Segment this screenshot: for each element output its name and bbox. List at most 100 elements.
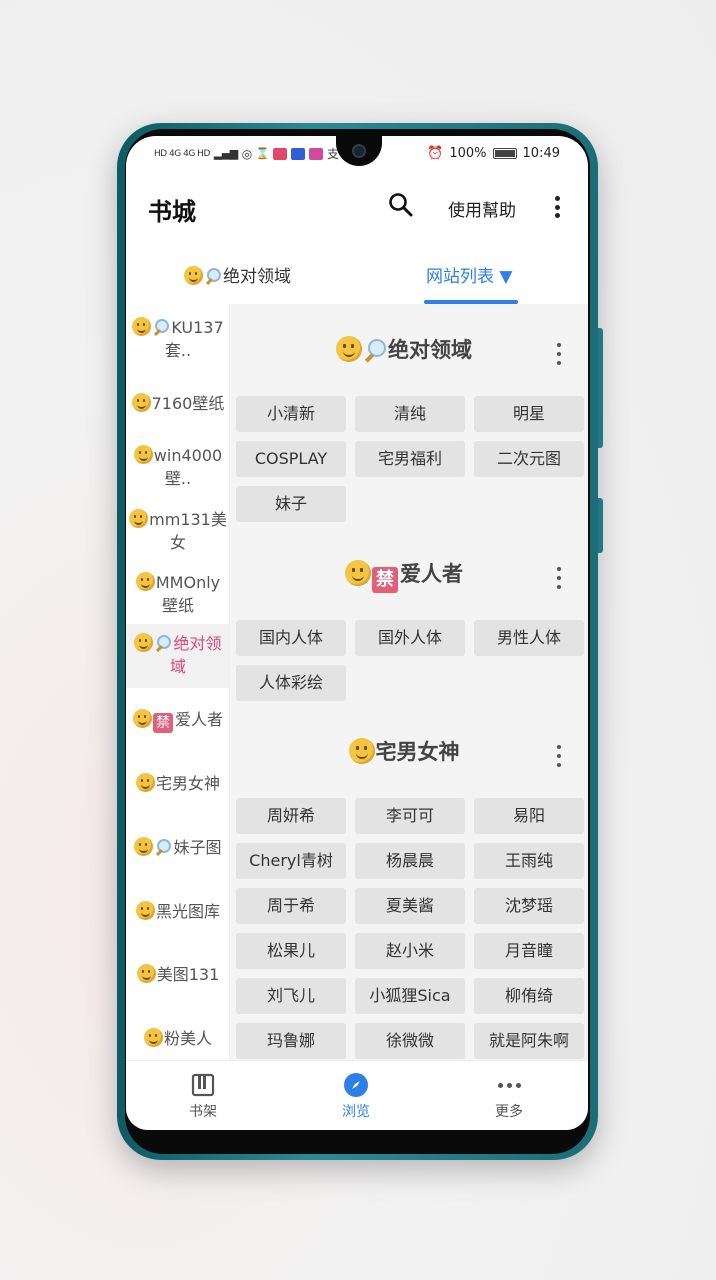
category-chip[interactable]: 男性人体 [474, 620, 584, 656]
category-chip[interactable]: 小狐狸Sica [355, 978, 465, 1014]
app-notification-icon [272, 147, 287, 160]
sidebar-item-goddess[interactable]: 宅男女神 [126, 772, 229, 795]
section-title: 宅男女神 [230, 736, 578, 766]
sidebar-item-meitu131[interactable]: 美图131 [126, 963, 229, 986]
sidebar-item-label: MMOnly [155, 573, 221, 592]
battery-percent: 100% [449, 146, 487, 161]
category-chip[interactable]: 刘飞儿 [236, 978, 346, 1014]
section-more-icon[interactable] [554, 567, 564, 589]
nav-browse[interactable]: 浏览 [316, 1071, 396, 1121]
sidebar-item-label: 套.. [164, 341, 192, 360]
category-chip[interactable]: 周妍希 [236, 798, 346, 834]
category-chip[interactable]: 人体彩绘 [236, 665, 346, 701]
category-content: 绝对领域 小清新 清纯 明星 COSPLAY 宅男福利 二次元图 妹子 禁爱人者… [230, 304, 588, 1060]
sidebar-item-label: 黑光图库 [155, 902, 220, 921]
category-chip[interactable]: 王雨纯 [474, 843, 584, 879]
sidebar-item-fenmeiren[interactable]: 粉美人 [126, 1027, 229, 1050]
smiley-icon [131, 393, 151, 412]
sidebar-item-label: 宅男女神 [155, 774, 220, 793]
category-chip[interactable]: 赵小米 [355, 933, 465, 969]
sidebar-item-ku137[interactable]: KU137 套.. [126, 316, 229, 362]
category-chip[interactable]: 沈梦瑶 [474, 888, 584, 924]
page-title: 书城 [148, 198, 196, 226]
app-notification-icon-3 [308, 147, 323, 160]
ban-icon: 禁 [372, 567, 398, 593]
sidebar-item-mmonly[interactable]: MMOnly 壁纸 [126, 571, 229, 617]
section-title-text: 宅男女神 [375, 740, 460, 764]
section-more-icon[interactable] [554, 343, 564, 365]
magnifier-icon [363, 338, 387, 362]
site-sidebar: KU137 套.. 7160壁纸 win4000 壁.. mm131美女 MMOnl… [126, 304, 230, 1060]
category-chip[interactable]: 月音瞳 [474, 933, 584, 969]
category-chip[interactable]: 小清新 [236, 396, 346, 432]
sidebar-item-label: 域 [169, 657, 186, 676]
smiley-icon [136, 964, 156, 983]
status-right: ⏰ 100% 10:49 [427, 146, 560, 161]
hourglass-icon: ⌛ [255, 147, 270, 160]
smiley-icon [345, 560, 371, 586]
magnifier-icon [152, 318, 170, 336]
category-chip[interactable]: 柳侑绮 [474, 978, 584, 1014]
category-chip[interactable]: 徐微微 [355, 1023, 465, 1059]
section-title: 绝对领域 [230, 334, 578, 364]
app-screen: HD 4G 4G HD ▂▄▆ ◎ ⌛ 支 ⏰ 100% 10:49 书城 使用… [126, 136, 588, 1130]
sidebar-item-heiguang[interactable]: 黑光图库 [126, 900, 229, 923]
category-chip[interactable]: 松果儿 [236, 933, 346, 969]
tab-bar: 绝对领域 网站列表 ▼ [126, 238, 588, 304]
magnifier-icon [154, 634, 172, 652]
battery-icon [492, 148, 517, 159]
nav-bookshelf[interactable]: 书架 [163, 1071, 243, 1121]
sidebar-item-label: 妹子图 [173, 838, 222, 857]
more-vert-icon[interactable] [546, 194, 568, 220]
search-icon[interactable] [388, 192, 414, 218]
category-chip[interactable]: Cheryl青树 [236, 843, 346, 879]
sidebar-item-win4000[interactable]: win4000 壁.. [126, 444, 229, 490]
category-chip[interactable]: 易阳 [474, 798, 584, 834]
sidebar-item-meizitu[interactable]: 妹子图 [126, 836, 229, 859]
help-button[interactable]: 使用幫助 [448, 196, 516, 221]
compass-icon [316, 1071, 396, 1099]
category-chip[interactable]: 清纯 [355, 396, 465, 432]
category-chip[interactable]: 明星 [474, 396, 584, 432]
category-chip[interactable]: 周于希 [236, 888, 346, 924]
section-more-icon[interactable] [554, 745, 564, 767]
wifi-icon: ◎ [241, 146, 252, 161]
sidebar-item-label: 绝对领 [173, 634, 222, 653]
category-chip[interactable]: 夏美酱 [355, 888, 465, 924]
category-chip[interactable]: 宅男福利 [355, 441, 465, 477]
category-chip[interactable]: 二次元图 [474, 441, 584, 477]
category-chip[interactable]: COSPLAY [236, 441, 346, 477]
category-chip[interactable]: 玛鲁娜 [236, 1023, 346, 1059]
sidebar-item-label: 美图131 [156, 965, 220, 984]
smiley-icon [348, 738, 375, 764]
sidebar-item-absolute-domain[interactable]: 绝对领域 [126, 624, 229, 688]
sidebar-item-label: 女 [169, 533, 186, 552]
category-chip[interactable]: 妹子 [236, 486, 346, 522]
smiley-icon [336, 336, 362, 362]
category-chip[interactable]: 杨晨晨 [355, 843, 465, 879]
sidebar-item-label: mm131美 [149, 510, 227, 529]
smiley-icon [135, 773, 155, 792]
section-title: 禁爱人者 [230, 558, 578, 593]
sidebar-item-7160[interactable]: 7160壁纸 [126, 392, 229, 415]
section-title-text: 绝对领域 [388, 338, 472, 362]
category-chip[interactable]: 国外人体 [355, 620, 465, 656]
category-chip[interactable]: 国内人体 [236, 620, 346, 656]
category-chip[interactable]: 李可可 [355, 798, 465, 834]
magnifier-icon [204, 267, 222, 285]
nav-label: 浏览 [342, 1104, 370, 1120]
smiley-icon [135, 901, 155, 920]
smiley-icon [135, 572, 155, 591]
magnifier-icon [154, 838, 172, 856]
sidebar-item-lovers[interactable]: 禁爱人者 [126, 708, 229, 733]
nav-more[interactable]: 更多 [469, 1071, 549, 1121]
sidebar-item-label: 壁.. [164, 469, 192, 488]
tab-site-list[interactable]: 网站列表 ▼ [426, 262, 512, 287]
sidebar-item-label: 7160壁纸 [151, 394, 225, 413]
sidebar-item-mm131[interactable]: mm131美女 [126, 508, 229, 554]
alarm-icon: ⏰ [427, 146, 444, 161]
tab-current-site[interactable]: 绝对领域 [184, 262, 291, 287]
category-chip[interactable]: 就是阿朱啊 [474, 1023, 584, 1059]
smiley-icon [133, 445, 153, 464]
nav-label: 更多 [495, 1104, 523, 1120]
